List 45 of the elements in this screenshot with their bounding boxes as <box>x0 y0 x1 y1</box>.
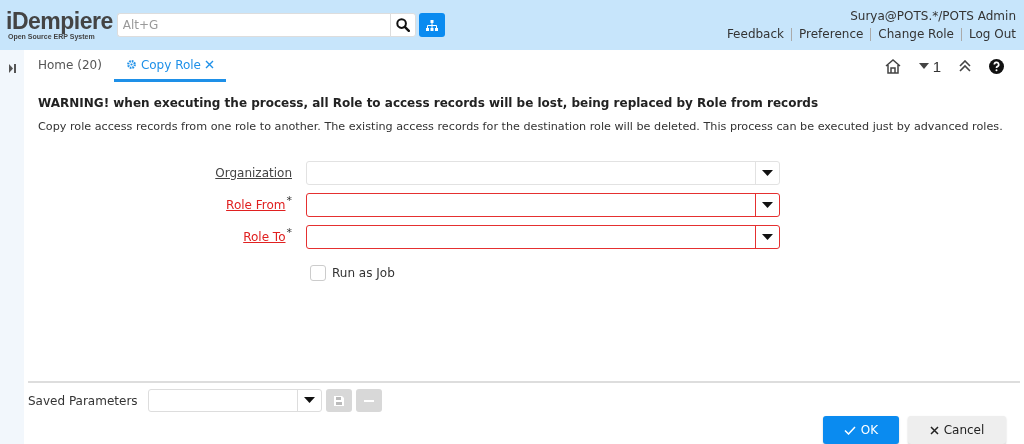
warning-text: WARNING! when executing the process, all Role to access records will be lost, being replaced by Role from records <box>38 96 820 110</box>
caret-icon <box>762 169 773 177</box>
minus-icon <box>363 399 374 402</box>
header-link[interactable]: Log Out <box>961 28 1016 41</box>
tab[interactable]: Home (20) <box>26 50 114 82</box>
saved-parameters-label: Saved Parameters <box>28 393 138 408</box>
header-link[interactable]: Feedback <box>719 28 792 41</box>
field-label[interactable]: Organization <box>215 166 292 180</box>
combo-field[interactable] <box>306 193 780 217</box>
tab[interactable]: Copy Role <box>113 50 226 82</box>
search-icon <box>395 18 410 32</box>
checkbox-label: Run as Job <box>332 266 395 280</box>
search-field[interactable]: Alt+G <box>116 13 390 37</box>
window-count-button[interactable]: 1 <box>918 57 941 75</box>
close-icon <box>929 425 939 435</box>
required-marker: * <box>286 194 292 207</box>
ok-button[interactable]: OK <box>823 416 899 444</box>
close-icon[interactable] <box>205 60 214 69</box>
header-link[interactable]: Change Role <box>870 28 961 41</box>
sitemap-icon <box>425 19 438 31</box>
check-icon <box>843 425 856 435</box>
logo-text: iDempiere <box>6 10 113 33</box>
caret-icon <box>762 233 773 241</box>
description-text: Copy role access records from one role to another. The existing access records for the destination role will be deleted. This process can be executed just by advanced roles. <box>38 120 1004 133</box>
caret-icon <box>918 63 929 69</box>
caret-icon <box>303 397 315 404</box>
user-role-text: Surya@POTS.*/POTS Admin <box>850 9 1016 23</box>
chevrons-up-icon <box>959 60 971 72</box>
field-label[interactable]: Role To <box>243 230 286 244</box>
floppy-icon <box>333 395 344 406</box>
caret-icon <box>762 201 773 209</box>
help-button[interactable] <box>989 58 1004 74</box>
required-marker: * <box>286 226 292 239</box>
expand-icon[interactable] <box>8 64 16 73</box>
help-icon <box>989 58 1004 74</box>
search-button[interactable] <box>389 13 416 37</box>
home-icon <box>884 58 901 74</box>
home-button[interactable] <box>884 58 901 74</box>
combo-field[interactable] <box>306 225 780 249</box>
field-label[interactable]: Role From <box>226 198 286 212</box>
saved-parameters-field[interactable] <box>147 389 322 412</box>
header-link[interactable]: Preference <box>791 28 871 41</box>
collapse-button[interactable] <box>959 60 971 72</box>
cancel-button[interactable]: Cancel <box>908 416 1006 444</box>
checkbox[interactable] <box>310 265 326 281</box>
